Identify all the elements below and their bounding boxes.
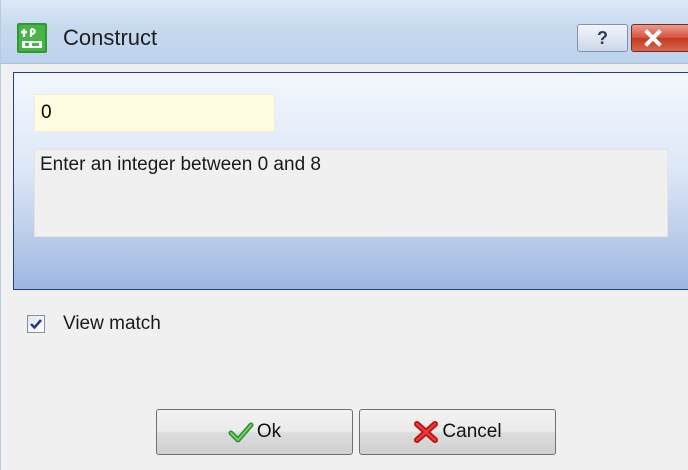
checkmark-icon — [30, 319, 42, 330]
cancel-button-content: Cancel — [360, 410, 555, 454]
integer-input[interactable] — [34, 94, 275, 132]
cancel-label: Cancel — [442, 421, 502, 442]
ok-button[interactable]: Ok — [156, 409, 353, 455]
construct-app-icon — [17, 23, 47, 53]
input-panel: Enter an integer between 0 and 8 — [13, 72, 688, 290]
view-match-label: View match — [63, 313, 161, 334]
cross-icon — [414, 421, 439, 443]
ok-label: Ok — [256, 421, 282, 442]
checkmark-icon — [228, 422, 254, 443]
title-bar[interactable]: Construct ? — [1, 0, 688, 64]
ok-button-content: Ok — [157, 410, 352, 454]
hint-box: Enter an integer between 0 and 8 — [34, 149, 668, 237]
help-button[interactable]: ? — [577, 24, 628, 52]
close-button[interactable] — [631, 24, 688, 52]
construct-dialog: Construct ? Enter an integer between 0 a… — [0, 0, 688, 470]
window-title: Construct — [63, 25, 158, 50]
question-icon: ? — [597, 28, 608, 48]
hint-text: Enter an integer between 0 and 8 — [40, 154, 321, 175]
view-match-checkbox[interactable] — [27, 315, 45, 333]
cancel-button[interactable]: Cancel — [359, 409, 556, 455]
close-icon — [644, 29, 662, 47]
